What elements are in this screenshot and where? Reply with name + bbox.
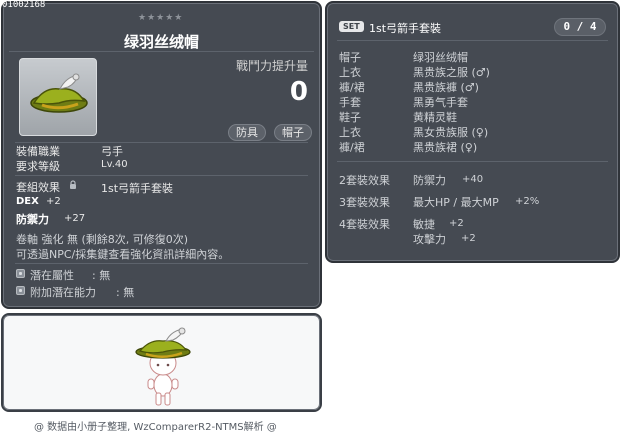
- item-id: 01002168: [2, 0, 46, 10]
- set-effect-4-value-2: +2: [461, 233, 476, 244]
- potential-label: 潛在屬性: [30, 269, 74, 282]
- divider: [337, 161, 608, 162]
- stat-dex-name: DEX: [16, 196, 39, 207]
- job-label: 裝備職業: [16, 145, 60, 158]
- set-piece-name: 黑贵族褲 (♂): [413, 81, 479, 94]
- scroll-info: 卷軸 強化 無 (剩餘8次, 可修復0次): [16, 233, 189, 246]
- set-effect-label: 套組效果: [16, 181, 60, 194]
- green-hat-icon: [30, 73, 88, 113]
- set-effect-2-stat: 防禦力: [413, 174, 446, 187]
- bonus-potential-bullet-icon: [16, 286, 25, 295]
- set-counter: 0 / 4: [554, 18, 606, 36]
- set-piece-name: 黄精灵鞋: [413, 111, 457, 124]
- level-value: Lv.40: [101, 159, 128, 170]
- set-title: 1st弓箭手套裝: [369, 22, 442, 35]
- stat-dex-value: +2: [46, 196, 61, 207]
- potential-bullet-icon: [16, 269, 25, 278]
- set-piece-name: 黑贵族之服 (♂): [413, 66, 490, 79]
- divider: [15, 175, 308, 176]
- item-type-tag: 防具: [228, 124, 266, 141]
- set-piece-slot: 上衣: [339, 126, 361, 139]
- level-label: 要求等級: [16, 160, 60, 173]
- star-rating: ★★★★★: [138, 13, 184, 23]
- job-value: 弓手: [101, 145, 123, 158]
- set-piece-slot: 鞋子: [339, 111, 361, 124]
- potential-value: : 無: [92, 269, 111, 282]
- lock-icon: [70, 180, 76, 189]
- bonus-potential-label: 附加潛在能力: [30, 286, 96, 299]
- footer-credit: @ 数据由小册子整理, WzComparerR2-NTMS解析 @: [34, 422, 277, 433]
- set-piece-slot: 上衣: [339, 66, 361, 79]
- set-piece-name: 黑贵族裙 (♀): [413, 141, 478, 154]
- set-piece-slot: 手套: [339, 96, 361, 109]
- set-piece-slot: 褲/裙: [339, 141, 365, 154]
- item-tooltip-panel: ★★★★★ 绿羽丝绒帽 戰鬥力提升量 0 防具 帽子 裝備職業 弓手 要求等級 …: [1, 1, 322, 309]
- set-piece-slot: 帽子: [339, 51, 361, 64]
- set-effect-3-label: 3套裝效果: [339, 196, 390, 209]
- set-effect-3-value: +2%: [515, 196, 540, 207]
- divider: [15, 263, 308, 264]
- avatar-preview-panel: [1, 313, 322, 412]
- set-effect-3-stat: 最大HP / 最大MP: [413, 196, 499, 209]
- set-badge: SET: [339, 21, 364, 32]
- item-name: 绿羽丝绒帽: [123, 33, 199, 51]
- set-effect-2-label: 2套裝效果: [339, 174, 390, 187]
- set-piece-name: 绿羽丝绒帽: [413, 51, 468, 64]
- set-piece-name: 黑勇气手套: [413, 96, 468, 109]
- set-piece-name: 黑女贵族服 (♀): [413, 126, 489, 139]
- set-piece-slot: 褲/裙: [339, 81, 365, 94]
- divider: [9, 51, 314, 52]
- set-effect-4-stat-2: 攻擊力: [413, 233, 446, 246]
- set-effect-4-value-1: +2: [449, 218, 464, 229]
- set-effect-value: 1st弓箭手套裝: [101, 182, 174, 195]
- item-slot-tag: 帽子: [274, 124, 312, 141]
- set-info-panel: SET 1st弓箭手套裝 0 / 4 帽子 绿羽丝绒帽 上衣 黑贵族之服 (♂)…: [325, 1, 620, 263]
- avatar-preview: [135, 327, 191, 406]
- set-effect-4-stat-1: 敏捷: [413, 218, 435, 231]
- set-effect-2-value: +40: [462, 174, 484, 185]
- set-effect-4-label: 4套裝效果: [339, 218, 390, 231]
- combat-power-value: 0: [289, 77, 308, 107]
- npc-info: 可透過NPC/採集鍵查看強化資訊詳細內容。: [16, 248, 230, 261]
- bonus-potential-value: : 無: [116, 286, 135, 299]
- divider: [337, 40, 608, 41]
- stat-defense-name: 防禦力: [16, 213, 49, 226]
- stat-defense-value: +27: [64, 213, 86, 224]
- item-icon-frame: [19, 58, 97, 136]
- combat-power-label: 戰鬥力提升量: [235, 59, 308, 73]
